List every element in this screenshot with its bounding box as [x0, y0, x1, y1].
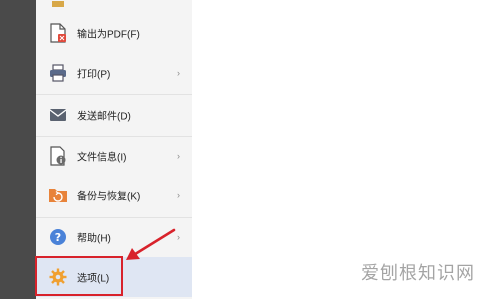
menu-item-label: 帮助(H) — [77, 233, 111, 245]
menu-item-file-info[interactable]: 文件信息(I) › — [36, 136, 192, 176]
menu-item-backup-restore[interactable]: 备份与恢复(K) › — [36, 175, 192, 215]
menu-item-label: 发送邮件(D) — [77, 111, 131, 123]
mail-icon — [48, 105, 68, 125]
menu-item-export-pdf[interactable]: 输出为PDF(F) — [36, 13, 192, 53]
printer-icon — [48, 63, 68, 83]
chevron-right-icon: › — [177, 68, 180, 78]
chevron-right-icon: › — [177, 190, 180, 200]
backup-restore-icon — [48, 185, 68, 205]
pdf-export-icon — [48, 23, 68, 43]
menu-item-label: 打印(P) — [77, 69, 111, 81]
svg-text:?: ? — [55, 231, 61, 244]
annotation-arrow-icon — [126, 228, 176, 260]
partial-top-icon — [50, 0, 66, 7]
menu-item-label: 文件信息(I) — [77, 152, 127, 164]
menu-item-send-mail[interactable]: 发送邮件(D) — [36, 95, 192, 135]
file-info-icon — [48, 146, 68, 166]
options-highlight-box — [35, 256, 123, 296]
watermark-text: 爱刨根知识网 — [361, 263, 475, 283]
help-icon: ? — [48, 227, 68, 247]
menu-item-label: 输出为PDF(F) — [77, 29, 140, 41]
chevron-right-icon: › — [177, 151, 180, 161]
menu-item-print[interactable]: 打印(P) › — [36, 53, 192, 93]
left-sidebar-strip — [0, 0, 36, 299]
menu-item-label: 备份与恢复(K) — [77, 191, 141, 203]
